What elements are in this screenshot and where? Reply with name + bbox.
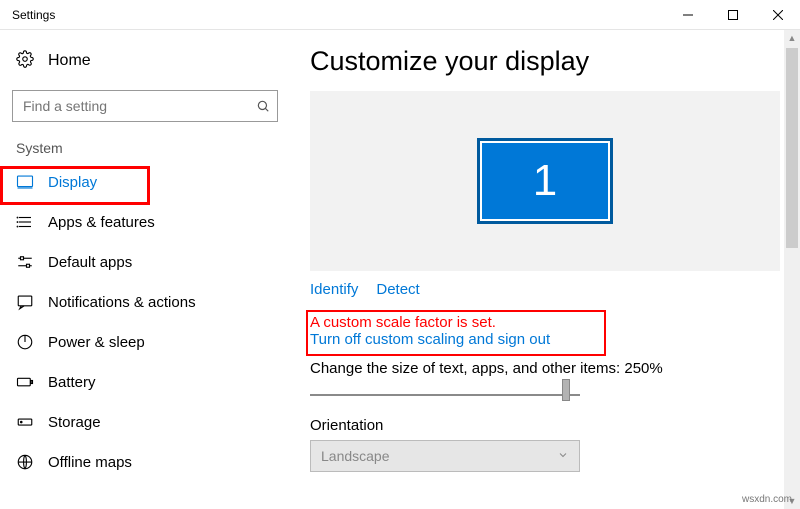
sidebar-item-label: Storage bbox=[48, 414, 101, 431]
monitor-icon bbox=[16, 173, 36, 191]
sidebar-item-display[interactable]: Display bbox=[0, 162, 290, 202]
sidebar-item-label: Battery bbox=[48, 374, 96, 391]
orientation-value: Landscape bbox=[321, 448, 390, 464]
orientation-select[interactable]: Landscape bbox=[310, 440, 580, 472]
sidebar-item-apps-features[interactable]: Apps & features bbox=[0, 202, 290, 242]
window-title: Settings bbox=[0, 8, 55, 22]
sidebar: Home System Display Apps & features bbox=[0, 30, 290, 509]
monitor-number: 1 bbox=[533, 156, 557, 206]
scale-label: Change the size of text, apps, and other… bbox=[310, 360, 780, 377]
scroll-up-icon[interactable]: ▲ bbox=[784, 30, 800, 46]
sidebar-item-default-apps[interactable]: Default apps bbox=[0, 242, 290, 282]
sidebar-item-battery[interactable]: Battery bbox=[0, 362, 290, 402]
maximize-button[interactable] bbox=[710, 0, 755, 30]
sliders-icon bbox=[16, 253, 36, 271]
scrollbar-thumb[interactable] bbox=[786, 48, 798, 248]
chevron-down-icon bbox=[557, 448, 569, 464]
list-icon bbox=[16, 213, 36, 231]
home-label: Home bbox=[48, 52, 91, 70]
search-box[interactable] bbox=[12, 90, 278, 122]
display-arrangement[interactable]: 1 bbox=[310, 91, 780, 271]
watermark: wsxdn.com bbox=[742, 494, 792, 505]
monitor-1[interactable]: 1 bbox=[480, 141, 610, 221]
sidebar-item-label: Power & sleep bbox=[48, 334, 145, 351]
sidebar-item-label: Apps & features bbox=[48, 214, 155, 231]
message-icon bbox=[16, 293, 36, 311]
close-button[interactable] bbox=[755, 0, 800, 30]
scale-slider[interactable] bbox=[310, 394, 580, 396]
search-input[interactable] bbox=[13, 98, 249, 114]
sidebar-item-label: Notifications & actions bbox=[48, 294, 196, 311]
map-icon bbox=[16, 453, 36, 471]
battery-icon bbox=[16, 373, 36, 391]
titlebar: Settings bbox=[0, 0, 800, 30]
minimize-button[interactable] bbox=[665, 0, 710, 30]
turn-off-scaling-link[interactable]: Turn off custom scaling and sign out bbox=[310, 331, 780, 348]
sidebar-item-power-sleep[interactable]: Power & sleep bbox=[0, 322, 290, 362]
search-icon bbox=[249, 99, 277, 113]
power-icon bbox=[16, 333, 36, 351]
sidebar-item-label: Display bbox=[48, 174, 97, 191]
home-button[interactable]: Home bbox=[0, 42, 290, 80]
gear-icon bbox=[16, 50, 36, 73]
group-label-system: System bbox=[0, 122, 290, 162]
sidebar-item-label: Default apps bbox=[48, 254, 132, 271]
storage-icon bbox=[16, 413, 36, 431]
custom-scale-warning: A custom scale factor is set. bbox=[310, 314, 780, 331]
identify-link[interactable]: Identify bbox=[310, 281, 358, 298]
sidebar-item-notifications[interactable]: Notifications & actions bbox=[0, 282, 290, 322]
sidebar-item-label: Offline maps bbox=[48, 454, 132, 471]
orientation-label: Orientation bbox=[310, 417, 780, 434]
content-pane: Customize your display 1 Identify Detect… bbox=[290, 30, 800, 509]
detect-link[interactable]: Detect bbox=[376, 281, 419, 298]
sidebar-item-storage[interactable]: Storage bbox=[0, 402, 290, 442]
page-title: Customize your display bbox=[310, 46, 780, 77]
vertical-scrollbar[interactable]: ▲ ▼ bbox=[784, 30, 800, 509]
sidebar-item-offline-maps[interactable]: Offline maps bbox=[0, 442, 290, 482]
